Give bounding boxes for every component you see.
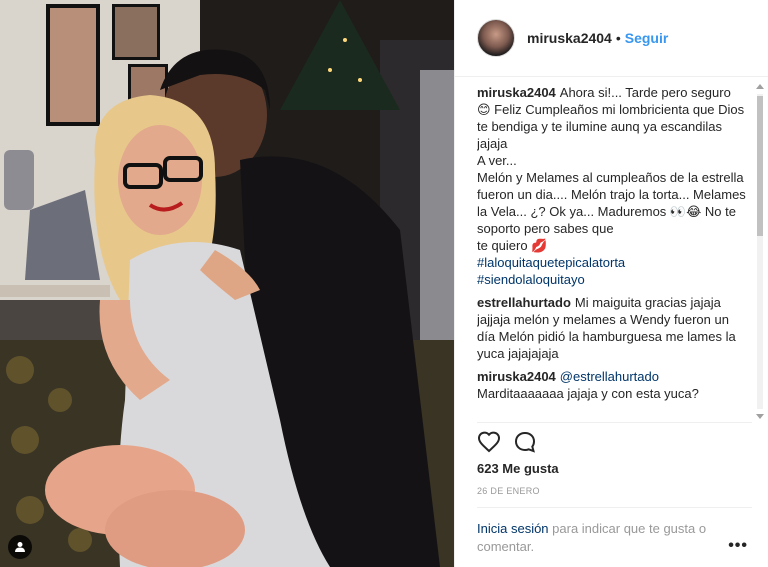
hashtag-link[interactable]: #laloquitaquetepicalatorta [477, 255, 625, 270]
hashtag-link[interactable]: #siendolaloquitayo [477, 272, 585, 287]
login-link[interactable]: Inicia sesión [477, 521, 549, 536]
more-options-icon[interactable]: ••• [728, 537, 748, 555]
divider [477, 507, 752, 508]
likes-count[interactable]: 623 Me gusta [477, 461, 559, 476]
post-photo [0, 0, 454, 567]
comment-username[interactable]: estrellahurtado [477, 295, 571, 310]
login-prompt: Inicia sesión para indicar que te gusta … [477, 520, 737, 556]
comment-item: miruska2404 Ahora si!... Tarde pero segur… [477, 84, 747, 288]
comment-username[interactable]: miruska2404 [477, 369, 556, 384]
comments-scrollbar[interactable] [754, 84, 766, 419]
comment-username[interactable]: miruska2404 [477, 85, 556, 100]
comment-text: Marditaaaaaaa jajaja y con esta yuca? [477, 386, 699, 401]
post-date: 26 DE ENERO [477, 486, 540, 496]
user-tag-button[interactable] [8, 535, 32, 559]
comment-item: miruska2404 @estrellahurtado Marditaaaaaa… [477, 368, 747, 402]
post-actions [477, 430, 537, 454]
photo-image [0, 0, 454, 567]
comment-text: Ahora si!... Tarde pero seguro 😊 Feliz C… [477, 85, 746, 253]
comments-list[interactable]: miruska2404 Ahora si!... Tarde pero segur… [477, 84, 747, 419]
mention-link[interactable]: @estrellahurtado [560, 369, 659, 384]
scroll-down-icon[interactable] [756, 414, 764, 419]
heart-icon[interactable] [477, 430, 501, 454]
comment-icon[interactable] [513, 430, 537, 454]
post-header: miruska2404 • Seguir [455, 0, 768, 77]
follow-button[interactable]: Seguir [625, 30, 669, 46]
post-side-panel: miruska2404 • Seguir miruska2404 Ahora si… [454, 0, 768, 567]
scroll-up-icon[interactable] [756, 84, 764, 89]
header-username[interactable]: miruska2404 [527, 30, 612, 46]
scroll-thumb[interactable] [757, 96, 763, 236]
comment-item: estrellahurtado Mi maiguita gracias jajaj… [477, 294, 747, 362]
header-separator: • [615, 30, 621, 46]
divider [477, 422, 752, 423]
user-tag-icon [15, 542, 25, 552]
avatar[interactable] [477, 19, 515, 57]
